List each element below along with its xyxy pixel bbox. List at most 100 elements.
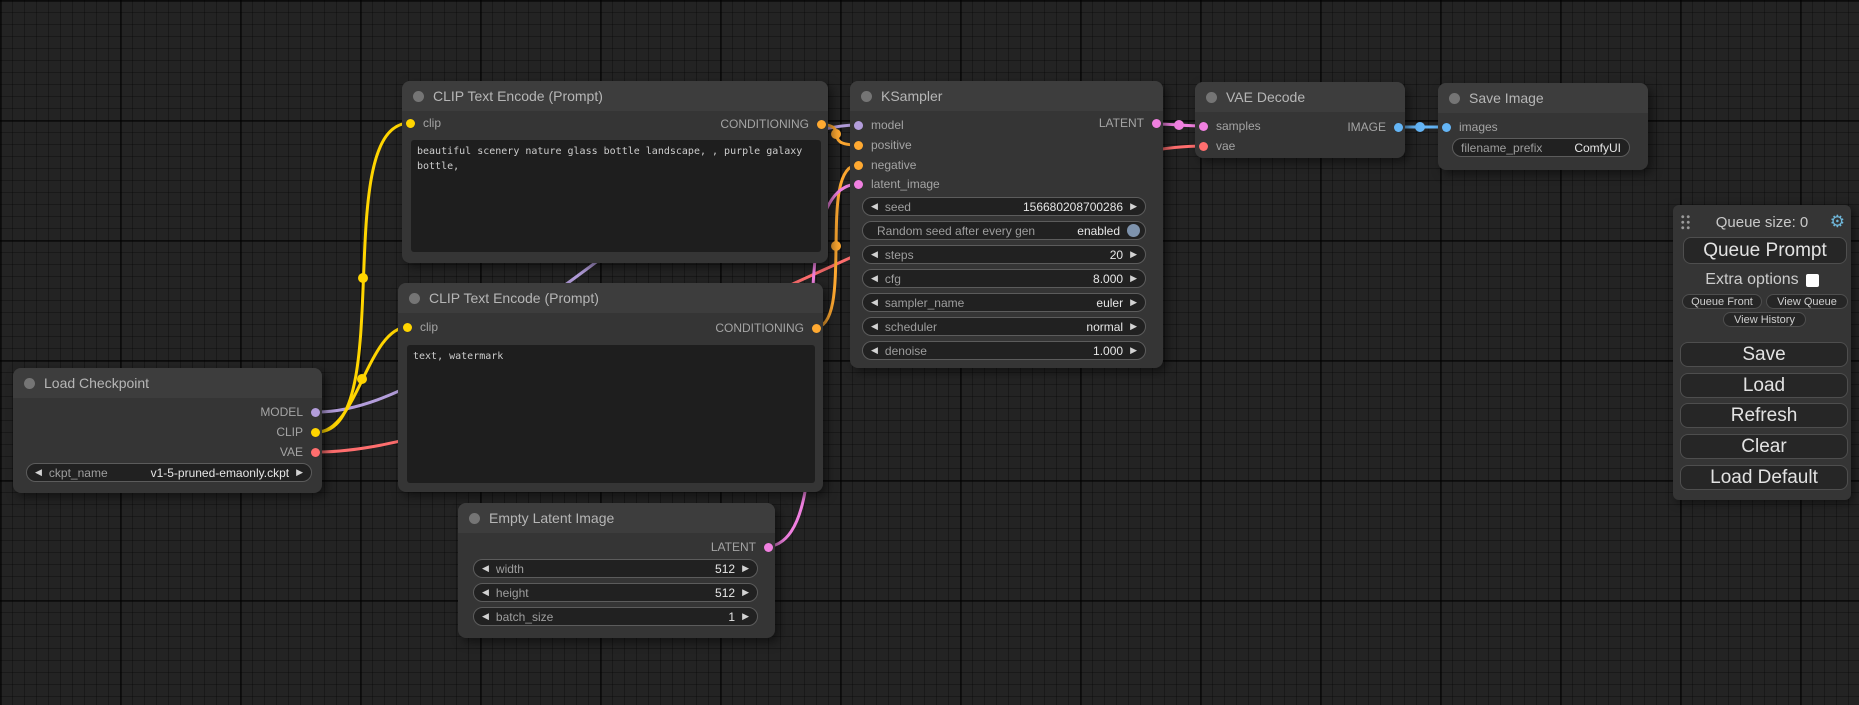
input-dot-latent-image[interactable] [854,180,863,189]
node-graph-canvas[interactable]: Load Checkpoint MODEL CLIP VAE ◀ ckpt_na… [0,0,1859,705]
input-dot-negative[interactable] [854,161,863,170]
node-ksampler[interactable]: KSampler model positive negative latent_… [850,81,1163,368]
load-button[interactable]: Load [1680,373,1848,398]
node-save-image[interactable]: Save Image images filename_prefix ComfyU… [1438,83,1648,170]
input-dot-positive[interactable] [854,141,863,150]
decrement-arrow-icon[interactable]: ◀ [871,298,878,307]
decrement-arrow-icon[interactable]: ◀ [871,346,878,355]
decrement-arrow-icon[interactable]: ◀ [871,250,878,259]
denoise-widget[interactable]: ◀ denoise 1.000 ▶ [862,341,1146,360]
input-slot-images[interactable]: images [1442,118,1498,136]
height-widget[interactable]: ◀ height 512 ▶ [473,583,758,602]
input-slot-model[interactable]: model [854,116,904,134]
output-slot-conditioning[interactable]: CONDITIONING [720,115,826,133]
input-dot-images[interactable] [1442,123,1451,132]
increment-arrow-icon[interactable]: ▶ [1130,274,1137,283]
input-slot-positive[interactable]: positive [854,136,912,154]
input-slot-negative[interactable]: negative [854,156,916,174]
decrement-arrow-icon[interactable]: ◀ [482,588,489,597]
drag-handle-icon[interactable] [1680,214,1691,230]
increment-arrow-icon[interactable]: ▶ [1130,202,1137,211]
output-slot-vae[interactable]: VAE [280,443,320,461]
output-dot-conditioning[interactable] [817,120,826,129]
input-slot-vae[interactable]: vae [1199,137,1235,155]
increment-arrow-icon[interactable]: ▶ [742,564,749,573]
node-title-bar[interactable]: VAE Decode [1195,82,1405,112]
refresh-button[interactable]: Refresh [1680,403,1848,428]
prompt-textarea[interactable]: beautiful scenery nature glass bottle la… [411,140,821,252]
random-seed-toggle-widget[interactable]: Random seed after every gen enabled [862,221,1146,240]
output-slot-model[interactable]: MODEL [260,403,320,421]
link-dot [831,241,841,251]
input-slot-clip[interactable]: clip [403,318,438,336]
width-widget[interactable]: ◀ width 512 ▶ [473,559,758,578]
filename-prefix-widget[interactable]: filename_prefix ComfyUI [1452,138,1630,157]
increment-arrow-icon[interactable]: ▶ [742,588,749,597]
increment-arrow-icon[interactable]: ▶ [296,468,303,477]
node-empty-latent-image[interactable]: Empty Latent Image LATENT ◀ width 512 ▶ … [458,503,775,638]
prompt-textarea[interactable]: text, watermark [407,345,815,483]
scheduler-widget[interactable]: ◀ scheduler normal ▶ [862,317,1146,336]
output-slot-latent[interactable]: LATENT [1099,114,1161,132]
output-slot-image[interactable]: IMAGE [1347,118,1403,136]
queue-panel[interactable]: Queue size: 0 ⚙ Queue Prompt Extra optio… [1673,205,1851,500]
input-slot-latent-image[interactable]: latent_image [854,175,940,193]
extra-options-checkbox[interactable] [1806,274,1819,287]
output-dot-latent[interactable] [764,543,773,552]
steps-widget[interactable]: ◀ steps 20 ▶ [862,245,1146,264]
decrement-arrow-icon[interactable]: ◀ [482,564,489,573]
decrement-arrow-icon[interactable]: ◀ [482,612,489,621]
input-dot-vae[interactable] [1199,142,1208,151]
clear-button[interactable]: Clear [1680,434,1848,459]
input-dot-clip[interactable] [406,119,415,128]
output-dot-vae[interactable] [311,448,320,457]
node-title-bar[interactable]: KSampler [850,81,1163,111]
save-button[interactable]: Save [1680,342,1848,367]
output-dot-model[interactable] [311,408,320,417]
gear-icon[interactable]: ⚙ [1830,212,1845,232]
node-title-bar[interactable]: Load Checkpoint [13,368,322,398]
decrement-arrow-icon[interactable]: ◀ [871,322,878,331]
view-history-button[interactable]: View History [1723,312,1806,327]
output-slot-conditioning[interactable]: CONDITIONING [715,319,821,337]
output-dot-clip[interactable] [311,428,320,437]
decrement-arrow-icon[interactable]: ◀ [871,202,878,211]
sampler-name-widget[interactable]: ◀ sampler_name euler ▶ [862,293,1146,312]
node-load-checkpoint[interactable]: Load Checkpoint MODEL CLIP VAE ◀ ckpt_na… [13,368,322,493]
increment-arrow-icon[interactable]: ▶ [1130,346,1137,355]
increment-arrow-icon[interactable]: ▶ [1130,322,1137,331]
decrement-arrow-icon[interactable]: ◀ [35,468,42,477]
input-dot-model[interactable] [854,121,863,130]
output-dot-latent[interactable] [1152,119,1161,128]
node-title-bar[interactable]: Empty Latent Image [458,503,775,533]
increment-arrow-icon[interactable]: ▶ [742,612,749,621]
node-vae-decode[interactable]: VAE Decode samples vae IMAGE [1195,82,1405,158]
toggle-circle-icon[interactable] [1127,224,1140,237]
queue-front-button[interactable]: Queue Front [1682,294,1762,309]
output-slot-latent[interactable]: LATENT [711,538,773,556]
node-title-bar[interactable]: Save Image [1438,83,1648,113]
input-dot-samples[interactable] [1199,122,1208,131]
batch-size-widget[interactable]: ◀ batch_size 1 ▶ [473,607,758,626]
output-dot-image[interactable] [1394,123,1403,132]
input-slot-clip[interactable]: clip [406,114,441,132]
output-slot-clip[interactable]: CLIP [276,423,320,441]
load-default-button[interactable]: Load Default [1680,465,1848,490]
node-clip-text-encode-negative[interactable]: CLIP Text Encode (Prompt) clip CONDITION… [398,283,823,492]
node-clip-text-encode-positive[interactable]: CLIP Text Encode (Prompt) clip CONDITION… [402,81,828,263]
output-label: IMAGE [1347,120,1386,134]
input-dot-clip[interactable] [403,323,412,332]
cfg-widget[interactable]: ◀ cfg 8.000 ▶ [862,269,1146,288]
increment-arrow-icon[interactable]: ▶ [1130,298,1137,307]
queue-prompt-button[interactable]: Queue Prompt [1683,237,1847,264]
output-dot-conditioning[interactable] [812,324,821,333]
increment-arrow-icon[interactable]: ▶ [1130,250,1137,259]
decrement-arrow-icon[interactable]: ◀ [871,274,878,283]
input-slot-samples[interactable]: samples [1199,117,1261,135]
node-title-bar[interactable]: CLIP Text Encode (Prompt) [398,283,823,313]
view-queue-button[interactable]: View Queue [1766,294,1848,309]
node-title-bar[interactable]: CLIP Text Encode (Prompt) [402,81,828,111]
seed-widget[interactable]: ◀ seed 156680208700286 ▶ [862,197,1146,216]
ckpt-name-widget[interactable]: ◀ ckpt_name v1-5-pruned-emaonly.ckpt ▶ [26,463,312,482]
output-label: VAE [280,445,303,459]
